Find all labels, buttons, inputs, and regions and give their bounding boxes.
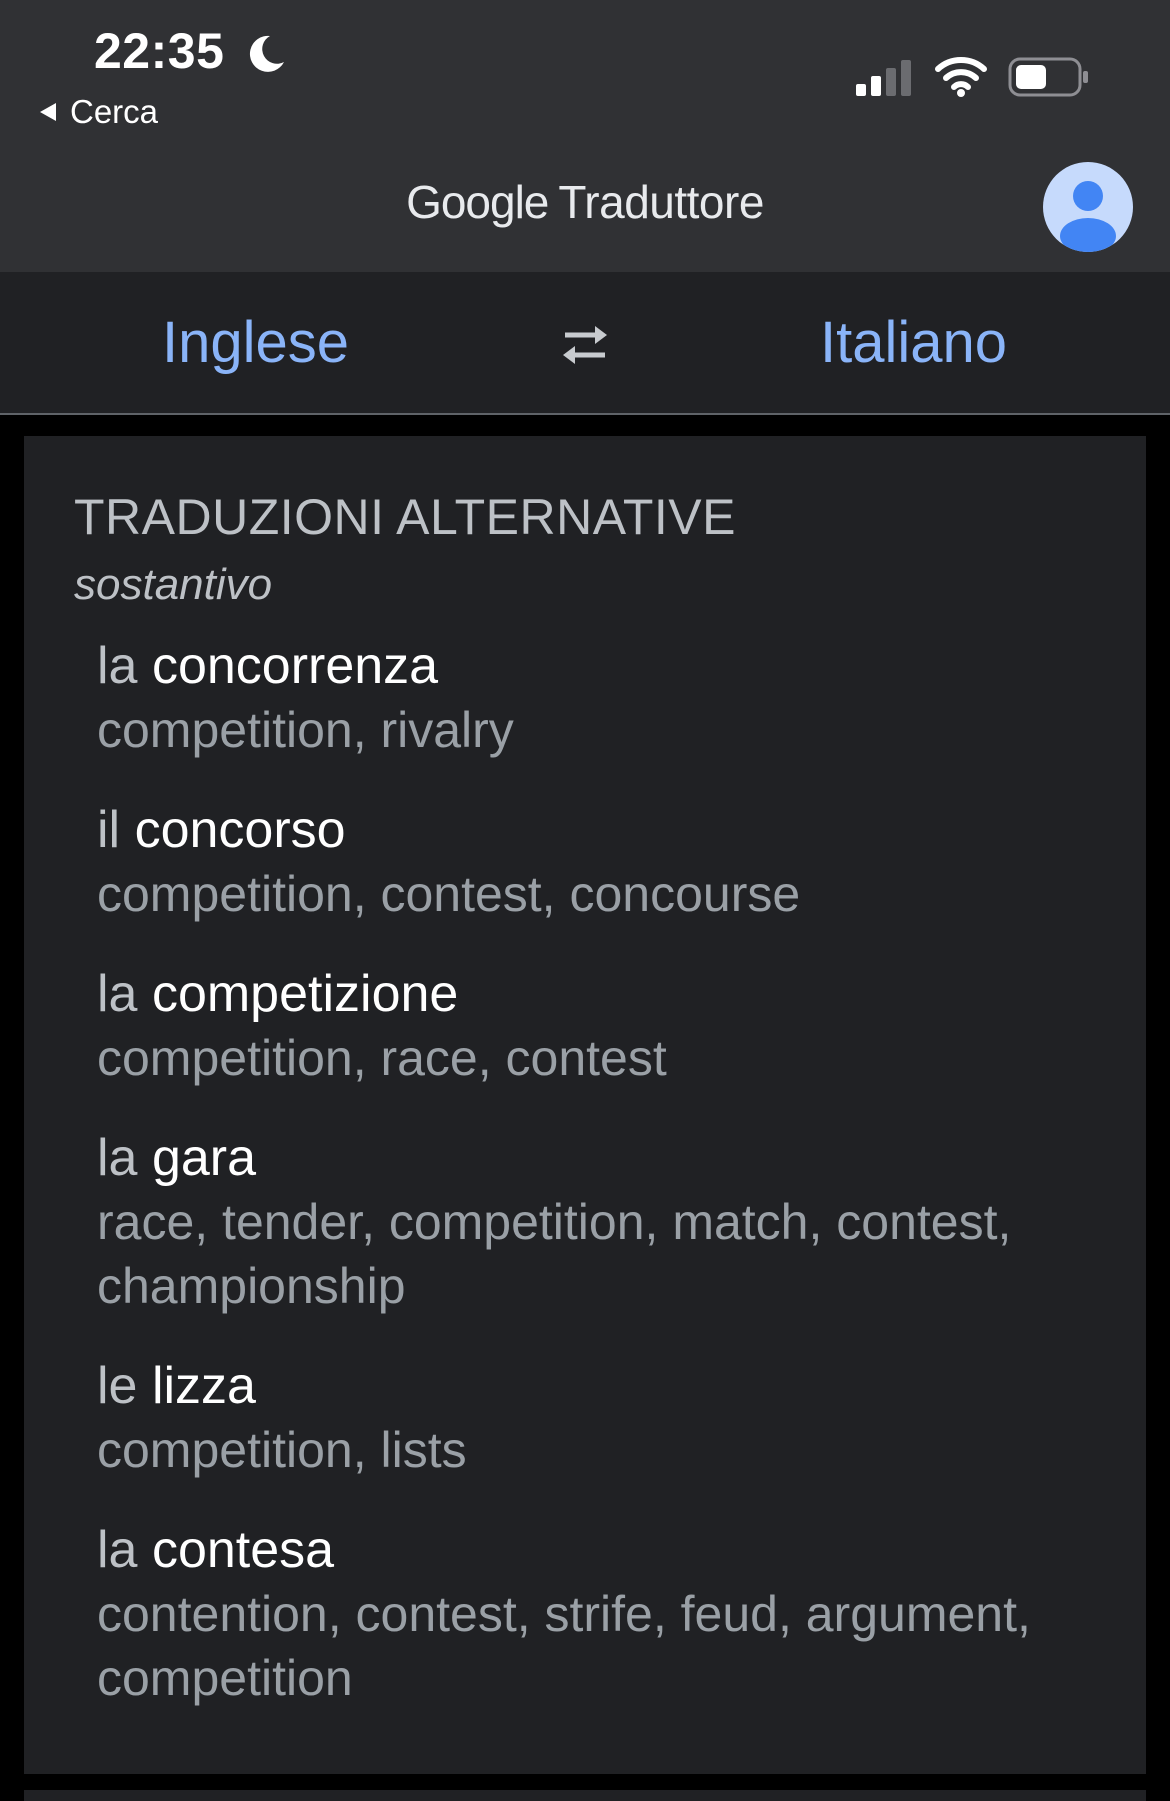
translation-entry[interactable]: le lizza competition, lists xyxy=(97,1354,1097,1482)
back-arrow-icon xyxy=(40,103,56,121)
entry-synonyms: contention, contest, strife, feud, argum… xyxy=(97,1586,1031,1706)
translation-list: la concorrenza competition, rivalry il c… xyxy=(97,634,1097,1746)
entry-synonyms: competition, lists xyxy=(97,1422,467,1478)
entry-article: la xyxy=(97,1129,138,1187)
back-link-label: Cerca xyxy=(70,93,159,130)
swap-languages-icon[interactable] xyxy=(555,320,615,370)
entry-synonyms: competition, contest, concourse xyxy=(97,866,801,922)
battery-icon xyxy=(1008,57,1088,97)
entry-term: la contesa xyxy=(97,1518,1097,1582)
entry-synonyms: competition, rivalry xyxy=(97,702,514,758)
entry-term: le lizza xyxy=(97,1354,1097,1418)
brand-name: Google xyxy=(406,176,549,228)
source-language-button[interactable]: Inglese xyxy=(162,308,349,378)
entry-synonyms: race, tender, competition, match, contes… xyxy=(97,1194,1012,1314)
next-card-edge xyxy=(24,1790,1146,1801)
status-time: 22:35 xyxy=(94,23,225,79)
entry-word: gara xyxy=(151,1129,257,1187)
entry-synonyms: competition, race, contest xyxy=(97,1030,667,1086)
alternative-translations-card: TRADUZIONI ALTERNATIVE sostantivo la con… xyxy=(24,436,1146,1774)
entry-article: le xyxy=(97,1357,138,1415)
entry-term: la concorrenza xyxy=(97,634,1097,698)
part-of-speech-label: sostantivo xyxy=(74,560,273,609)
target-language-button[interactable]: Italiano xyxy=(820,308,1007,378)
top-bar: 22:35 Cerca Google Traduttore xyxy=(0,0,1170,272)
entry-word: concorso xyxy=(134,801,346,859)
back-to-search-link[interactable]: Cerca xyxy=(38,92,158,132)
entry-term: la competizione xyxy=(97,962,1097,1026)
wifi-icon xyxy=(935,57,987,97)
entry-word: concorrenza xyxy=(151,637,439,695)
entry-term: la gara xyxy=(97,1126,1097,1190)
entry-word: lizza xyxy=(151,1357,256,1415)
entry-article: la xyxy=(97,637,138,695)
translation-entry[interactable]: la concorrenza competition, rivalry xyxy=(97,634,1097,762)
translation-entry[interactable]: la competizione competition, race, conte… xyxy=(97,962,1097,1090)
account-avatar-button[interactable] xyxy=(1043,162,1133,252)
app-name: Traduttore xyxy=(558,176,764,228)
account-avatar-icon xyxy=(1060,181,1116,252)
language-selector-bar: Inglese Italiano xyxy=(0,272,1170,415)
entry-word: competizione xyxy=(151,965,459,1023)
cellular-signal-icon xyxy=(856,60,911,96)
translation-entry[interactable]: il concorso competition, contest, concou… xyxy=(97,798,1097,926)
moon-icon xyxy=(249,35,284,72)
translation-entry[interactable]: la contesa contention, contest, strife, … xyxy=(97,1518,1097,1710)
entry-term: il concorso xyxy=(97,798,1097,862)
section-heading: TRADUZIONI ALTERNATIVE xyxy=(74,489,737,545)
entry-article: la xyxy=(97,965,138,1023)
entry-article: la xyxy=(97,1521,138,1579)
translation-entry[interactable]: la gara race, tender, competition, match… xyxy=(97,1126,1097,1318)
entry-article: il xyxy=(97,801,121,859)
app-title: Google Traduttore xyxy=(0,172,1170,232)
entry-word: contesa xyxy=(151,1521,335,1579)
